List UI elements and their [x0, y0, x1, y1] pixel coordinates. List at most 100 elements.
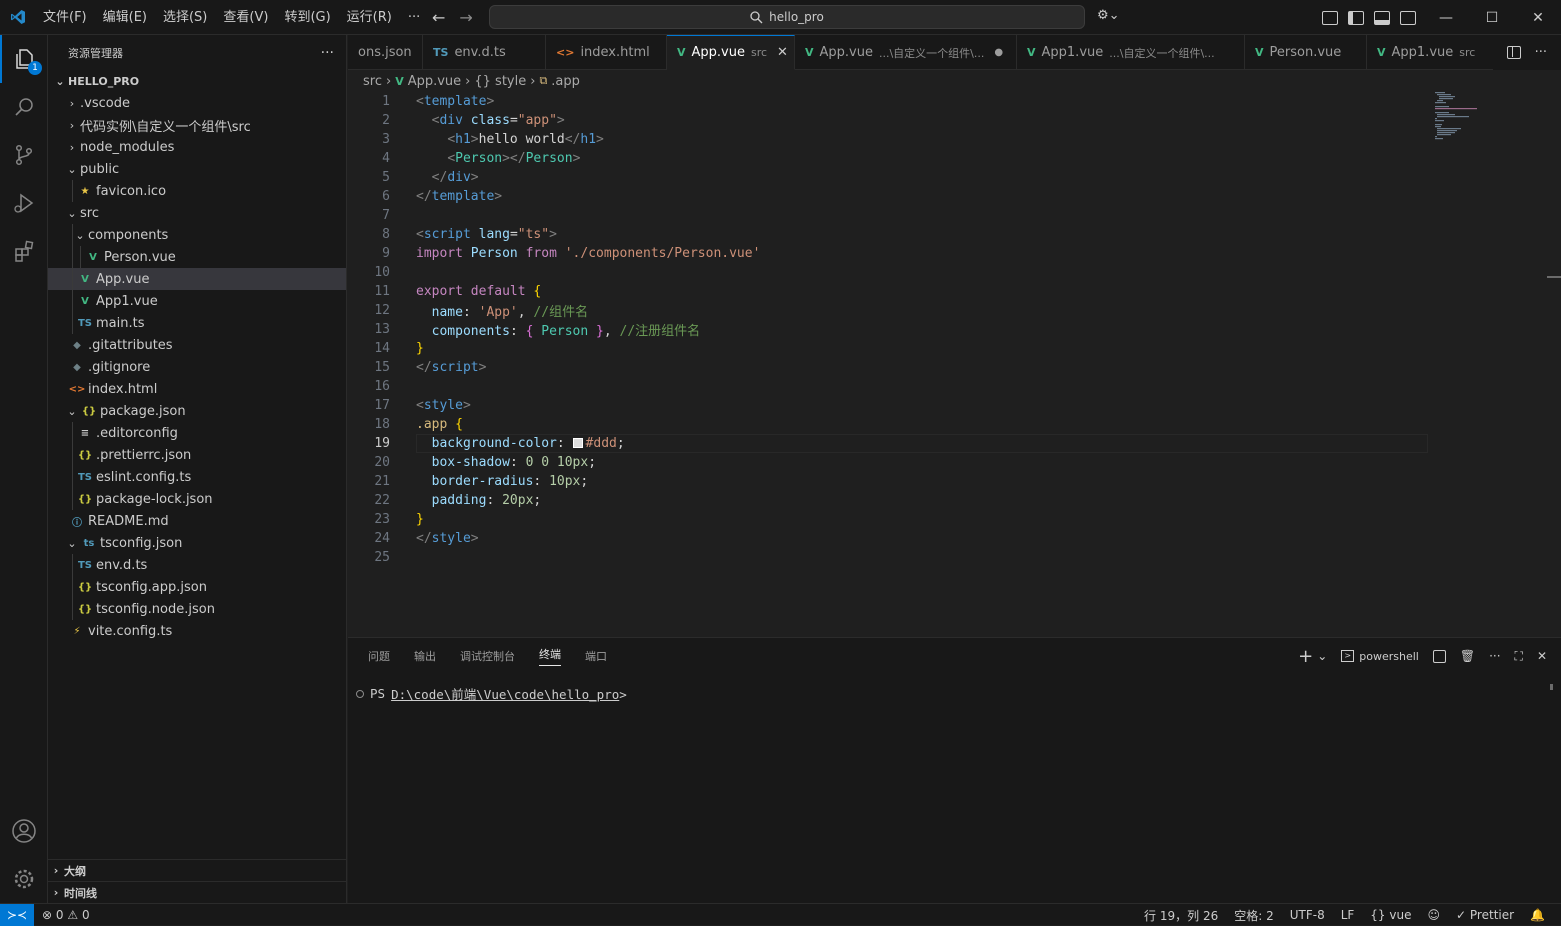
tree-file[interactable]: <> index.html: [48, 378, 346, 400]
editor-tab[interactable]: V App.vue ...\自定义一个组件\... ●: [795, 35, 1017, 70]
more-actions-icon[interactable]: ···: [1535, 45, 1547, 60]
tree-file[interactable]: V App.vue: [48, 268, 346, 290]
tree-file[interactable]: TS env.d.ts: [48, 554, 346, 576]
unsaved-dot-icon[interactable]: ●: [994, 47, 1003, 58]
menu-item[interactable]: 选择(S): [155, 0, 215, 35]
line-number[interactable]: 7: [348, 208, 390, 223]
explorer-icon[interactable]: 1: [0, 35, 48, 83]
extensions-icon[interactable]: [0, 227, 48, 275]
panel-tab[interactable]: 终端: [539, 646, 561, 666]
minimize-icon[interactable]: —: [1423, 0, 1469, 35]
copilot-icon[interactable]: ⚙⌄: [1097, 8, 1120, 23]
trash-icon[interactable]: 🗑: [1460, 649, 1475, 663]
new-terminal-icon[interactable]: +: [1298, 646, 1313, 667]
line-number[interactable]: 10: [348, 265, 390, 280]
line-number[interactable]: 8: [348, 227, 390, 242]
toggle-primary-sidebar-icon[interactable]: [1348, 10, 1364, 25]
line-number[interactable]: 13: [348, 322, 390, 337]
tree-folder[interactable]: › node_modules: [48, 136, 346, 158]
more-actions-icon[interactable]: ···: [321, 45, 334, 61]
tree-folder[interactable]: ⌄ {} package.json: [48, 400, 346, 422]
editor-tab[interactable]: V Person.vue: [1245, 35, 1367, 70]
tree-file[interactable]: {} package-lock.json: [48, 488, 346, 510]
editor-tab[interactable]: V App1.vue src: [1367, 35, 1499, 70]
breadcrumb-folder[interactable]: src: [363, 74, 382, 89]
line-number[interactable]: 23: [348, 512, 390, 527]
line-number[interactable]: 5: [348, 170, 390, 185]
close-panel-icon[interactable]: ✕: [1537, 649, 1547, 663]
line-number[interactable]: 21: [348, 474, 390, 489]
line-number[interactable]: 14: [348, 341, 390, 356]
terminal-instance[interactable]: > powershell: [1341, 650, 1419, 663]
copilot-status-icon[interactable]: ☺: [1420, 908, 1449, 922]
tree-file[interactable]: ★ favicon.ico: [48, 180, 346, 202]
line-number[interactable]: 20: [348, 455, 390, 470]
maximize-panel-icon[interactable]: ⛶: [1515, 649, 1523, 664]
line-number[interactable]: 9: [348, 246, 390, 261]
run-debug-icon[interactable]: [0, 179, 48, 227]
menu-item[interactable]: 转到(G): [276, 0, 338, 35]
forward-arrow-icon[interactable]: →: [459, 8, 472, 27]
menu-item[interactable]: 文件(F): [35, 0, 95, 35]
tree-file[interactable]: ◆ .gitattributes: [48, 334, 346, 356]
color-swatch[interactable]: [572, 438, 583, 448]
cursor-position[interactable]: 行 19，列 26: [1136, 907, 1226, 924]
line-number[interactable]: 17: [348, 398, 390, 413]
code-editor[interactable]: 1 <template> 2 <div class="app"> 3 <h1>hell…: [348, 92, 1561, 637]
terminal-scrollbar[interactable]: [1550, 684, 1553, 690]
editor-tab[interactable]: <> index.html: [546, 35, 667, 70]
source-control-icon[interactable]: [0, 131, 48, 179]
tree-folder[interactable]: › .vscode: [48, 92, 346, 114]
tree-file[interactable]: V Person.vue: [48, 246, 346, 268]
line-number[interactable]: 16: [348, 379, 390, 394]
remote-icon[interactable]: ≻≺: [0, 903, 34, 926]
prompt-path[interactable]: D:\code\前端\Vue\code\hello_pro: [391, 687, 619, 702]
line-number[interactable]: 3: [348, 132, 390, 147]
editor-tab[interactable]: V App.vue src ✕: [667, 35, 795, 70]
tree-folder[interactable]: ⌄ src: [48, 202, 346, 224]
editor-tab[interactable]: ons.json: [348, 35, 423, 70]
tree-file[interactable]: {} .prettierrc.json: [48, 444, 346, 466]
line-number[interactable]: 25: [348, 550, 390, 565]
line-number[interactable]: 6: [348, 189, 390, 204]
line-number[interactable]: 22: [348, 493, 390, 508]
outline-section[interactable]: › 大纲: [48, 859, 347, 881]
line-number[interactable]: 18: [348, 417, 390, 432]
workspace-root[interactable]: ⌄ HELLO_PRO: [48, 70, 346, 92]
tree-file[interactable]: {} tsconfig.node.json: [48, 598, 346, 620]
line-number[interactable]: 24: [348, 531, 390, 546]
line-number[interactable]: 11: [348, 284, 390, 299]
tree-file[interactable]: TS eslint.config.ts: [48, 466, 346, 488]
minimap[interactable]: [1435, 92, 1495, 152]
maximize-icon[interactable]: ☐: [1469, 0, 1515, 35]
chevron-down-icon[interactable]: ⌄: [1317, 649, 1327, 663]
tree-file[interactable]: ≡ .editorconfig: [48, 422, 346, 444]
panel-tab[interactable]: 问题: [368, 648, 390, 664]
toggle-secondary-sidebar-icon[interactable]: [1400, 10, 1416, 25]
editor-tab[interactable]: V App1.vue ...\自定义一个组件\...: [1017, 35, 1245, 70]
settings-gear-icon[interactable]: [0, 855, 48, 903]
customize-layout-icon[interactable]: [1322, 10, 1338, 25]
menu-item[interactable]: ···: [400, 0, 428, 35]
end-of-line[interactable]: LF: [1333, 908, 1363, 922]
editor-tab[interactable]: TS env.d.ts: [423, 35, 546, 70]
tree-folder[interactable]: › 代码实例\自定义一个组件\src: [48, 114, 346, 136]
search-view-icon[interactable]: [0, 83, 48, 131]
prettier-status[interactable]: ✓ Prettier: [1448, 908, 1522, 922]
timeline-section[interactable]: › 时间线: [48, 881, 347, 903]
tree-folder[interactable]: ⌄ ts tsconfig.json: [48, 532, 346, 554]
tree-file[interactable]: ⓘ README.md: [48, 510, 346, 532]
tree-file[interactable]: ◆ .gitignore: [48, 356, 346, 378]
split-terminal-icon[interactable]: [1432, 649, 1446, 663]
tree-folder[interactable]: ⌄ public: [48, 158, 346, 180]
line-number[interactable]: 4: [348, 151, 390, 166]
indentation[interactable]: 空格: 2: [1226, 907, 1282, 924]
line-number[interactable]: 19: [348, 436, 390, 451]
menu-item[interactable]: 运行(R): [339, 0, 400, 35]
menu-item[interactable]: 编辑(E): [95, 0, 155, 35]
breadcrumb-symbol-app[interactable]: .app: [551, 74, 580, 89]
line-number[interactable]: 12: [348, 303, 390, 318]
tree-file[interactable]: V App1.vue: [48, 290, 346, 312]
close-window-icon[interactable]: ✕: [1515, 0, 1561, 35]
breadcrumb-file[interactable]: App.vue: [408, 74, 461, 89]
